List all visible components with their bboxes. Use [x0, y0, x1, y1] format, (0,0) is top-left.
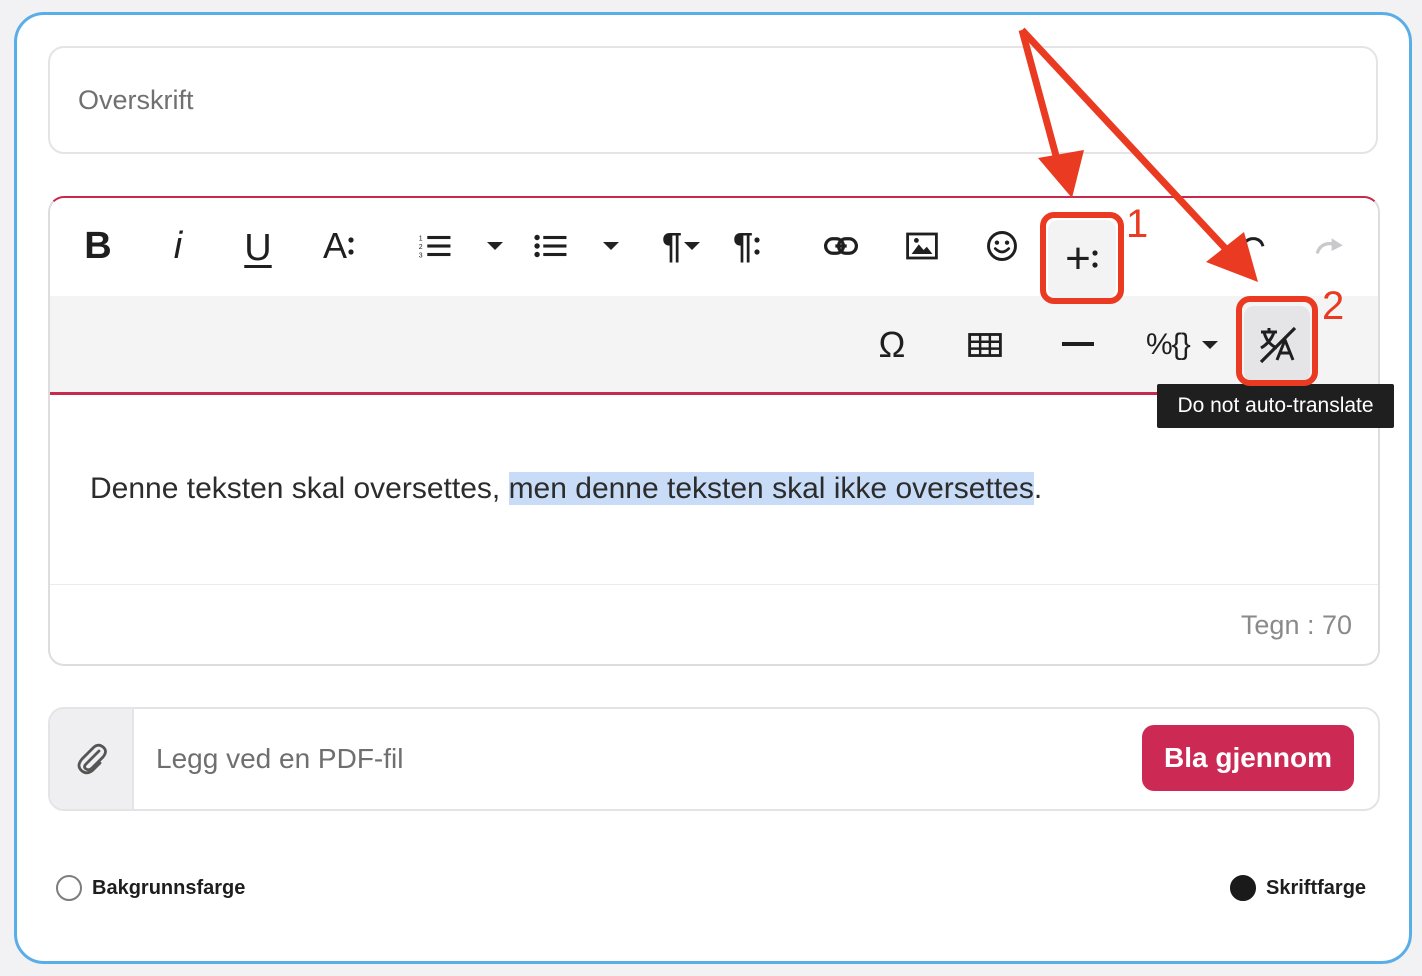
link-button[interactable] [818, 226, 864, 266]
annotation-label-2: 2 [1322, 284, 1345, 328]
svg-text:3: 3 [419, 253, 423, 260]
special-characters-button[interactable]: Ω [870, 322, 914, 368]
attachment-icon-box [50, 709, 134, 809]
omega-icon: Ω [878, 324, 906, 365]
table-icon [968, 333, 1002, 357]
browse-button[interactable]: Bla gjennom [1142, 725, 1354, 791]
minus-icon [1062, 342, 1094, 346]
bullet-list-button[interactable] [528, 224, 574, 268]
pdf-attachment-field: Legg ved en PDF-fil Bla gjennom [48, 707, 1380, 811]
ordered-list-icon: 1 2 3 [419, 236, 451, 260]
more-dots-icon [348, 237, 354, 255]
bullet-list-dropdown[interactable] [598, 232, 624, 260]
smiley-icon [987, 231, 1017, 261]
paragraph-button[interactable]: ¶ [642, 222, 702, 270]
bold-button[interactable]: B [76, 222, 120, 270]
text-tail: . [1033, 472, 1043, 505]
image-icon [906, 232, 938, 260]
image-button[interactable] [900, 224, 944, 268]
chevron-down-icon [1202, 341, 1218, 349]
paperclip-icon [77, 743, 107, 775]
no-translate-icon [1259, 326, 1297, 364]
redo-icon [1315, 238, 1343, 254]
annotation-label-1: 1 [1126, 202, 1149, 246]
ordered-list-dropdown[interactable] [482, 232, 508, 260]
font-size-button[interactable]: A [316, 222, 362, 270]
undo-icon [1240, 237, 1265, 250]
plus-icon: + [1065, 234, 1091, 283]
more-dots-icon [754, 237, 760, 255]
editor-divider [50, 584, 1378, 585]
character-counter: Tegn : 70 [1240, 610, 1352, 640]
paragraph-format-icon: ¶ [732, 225, 754, 266]
variables-icon: %{} [1146, 328, 1191, 361]
editor-content[interactable]: Denne teksten skal oversettes, men denne… [90, 465, 1042, 513]
headline-field[interactable] [48, 46, 1378, 154]
background-color-option[interactable]: Bakgrunnsfarge [56, 875, 245, 901]
selected-text: men denne teksten skal ikke oversettes [508, 472, 1034, 505]
background-color-label: Bakgrunnsfarge [92, 876, 246, 899]
svg-text:1: 1 [419, 236, 423, 243]
font-color-swatch [1230, 875, 1256, 901]
bold-icon: B [84, 225, 112, 267]
variables-button[interactable]: %{} [1140, 324, 1222, 366]
underline-button[interactable]: U [236, 222, 280, 274]
italic-button[interactable]: i [156, 222, 200, 270]
more-insert-button[interactable]: + [1048, 220, 1116, 298]
paragraph-icon: ¶ [661, 225, 683, 266]
chevron-down-icon [487, 242, 503, 250]
paragraph-format-button[interactable]: ¶ [726, 222, 768, 270]
ordered-list-button[interactable]: 1 2 3 [412, 224, 458, 268]
headline-input[interactable] [76, 83, 1376, 117]
translatable-text: Denne teksten skal oversettes, [90, 472, 509, 505]
background-color-swatch [56, 875, 82, 901]
table-button[interactable] [962, 326, 1008, 364]
svg-text:2: 2 [419, 244, 423, 251]
emoji-button[interactable] [980, 224, 1024, 268]
undo-button[interactable] [1230, 226, 1272, 262]
redo-button[interactable] [1308, 230, 1352, 264]
attachment-placeholder[interactable]: Legg ved en PDF-fil [156, 743, 403, 775]
font-color-label: Skriftfarge [1266, 876, 1367, 899]
bullet-list-icon [534, 234, 567, 258]
horizontal-line-button[interactable] [1056, 332, 1100, 358]
chevron-down-icon [603, 242, 619, 250]
do-not-translate-button[interactable] [1244, 306, 1310, 382]
tooltip: Do not auto-translate [1157, 384, 1394, 428]
link-icon [824, 237, 858, 255]
font-color-option[interactable]: Skriftfarge [1230, 875, 1366, 901]
more-dots-icon [1092, 250, 1098, 268]
chevron-down-icon [684, 242, 700, 250]
font-size-icon: A [322, 225, 347, 266]
underline-icon: U [244, 227, 272, 269]
italic-icon: i [173, 225, 183, 267]
